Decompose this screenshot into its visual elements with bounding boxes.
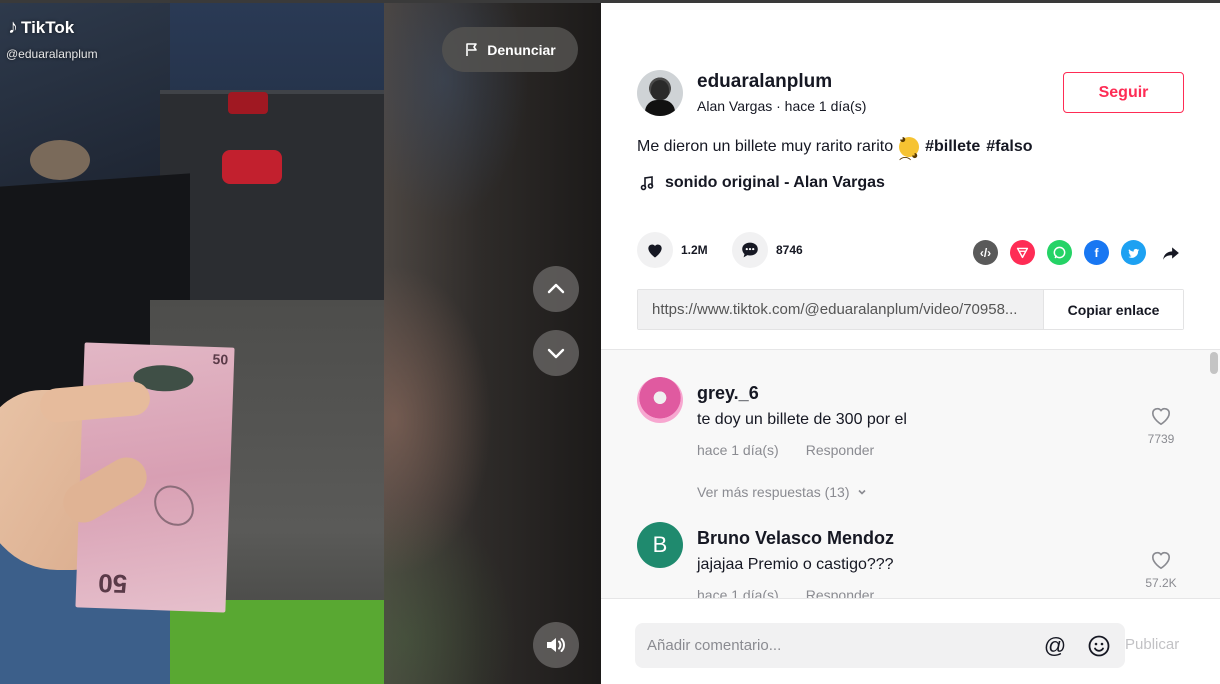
like-button[interactable]	[637, 232, 673, 268]
follow-button[interactable]: Seguir	[1063, 72, 1184, 113]
tiktok-logo: ♪ TikTok	[8, 16, 74, 39]
caption-text: Me dieron un billete muy rarito rarito	[637, 138, 894, 155]
comment-count: 8746	[776, 243, 803, 257]
comment-like[interactable]: 7739	[1143, 406, 1179, 446]
share-icons: ‹/› f	[973, 240, 1183, 265]
comment-meta: hace 1 día(s) Responder	[697, 587, 874, 598]
comment-input[interactable]: Añadir comentario... @	[635, 623, 1125, 668]
music-link[interactable]: sonido original - Alan Vargas	[639, 174, 885, 192]
comment-time: hace 1 día(s)	[697, 442, 779, 458]
tiktok-logo-text: TikTok	[21, 17, 75, 37]
heart-outline-icon	[1151, 551, 1171, 570]
publish-button[interactable]: Publicar	[1125, 636, 1179, 653]
send-icon[interactable]	[1010, 240, 1035, 265]
comment-username[interactable]: Bruno Velasco Mendoz	[697, 528, 894, 549]
whatsapp-icon[interactable]	[1047, 240, 1072, 265]
comments-list[interactable]: grey._6 te doy un billete de 300 por el …	[601, 349, 1220, 598]
volume-button[interactable]	[533, 622, 579, 668]
chevron-up-icon	[547, 283, 565, 294]
comment-action[interactable]: 8746	[732, 232, 803, 268]
reply-button[interactable]: Responder	[806, 587, 875, 598]
hashtag-billete[interactable]: #billete	[925, 138, 980, 156]
comment-placeholder: Añadir comentario...	[647, 637, 782, 654]
view-more-replies[interactable]: Ver más respuestas (13)	[697, 484, 868, 500]
comments-scrollbar[interactable]	[1210, 352, 1218, 374]
hashtag-falso[interactable]: #falso	[986, 138, 1032, 156]
video-details-panel: eduaralanplum Alan Vargas · hace 1 día(s…	[601, 3, 1220, 684]
video-url-field[interactable]: https://www.tiktok.com/@eduaralanplum/vi…	[638, 290, 1043, 329]
like-action[interactable]: 1.2M	[637, 232, 708, 268]
video-frame[interactable]: 50 50	[0, 0, 384, 684]
previous-video-button[interactable]	[533, 266, 579, 312]
emoji-icon[interactable]	[1085, 632, 1113, 660]
comment-like[interactable]: 57.2K	[1143, 550, 1179, 590]
reply-button[interactable]: Responder	[806, 442, 875, 458]
video-player[interactable]: 50 50 ♪ TikTok @eduaralanplum Denunciar	[0, 0, 601, 684]
music-label: sonido original - Alan Vargas	[665, 174, 885, 191]
author-avatar[interactable]	[637, 70, 683, 116]
next-video-button[interactable]	[533, 330, 579, 376]
author-subtitle: Alan Vargas · hace 1 día(s)	[697, 98, 867, 114]
report-button[interactable]: Denunciar	[442, 27, 578, 72]
comment-text: te doy un billete de 300 por el	[697, 411, 907, 428]
view-more-replies-label: Ver más respuestas (13)	[697, 484, 850, 500]
music-note-icon	[640, 176, 654, 191]
comment-time: hace 1 día(s)	[697, 587, 779, 598]
chevron-down-icon	[547, 348, 565, 359]
chevron-down-small-icon	[857, 489, 866, 495]
pleading-face-emoji-icon: ◕︵◕	[899, 131, 920, 162]
share-arrow-icon[interactable]	[1158, 240, 1183, 265]
comment-like-count: 7739	[1147, 432, 1175, 446]
comment-meta: hace 1 día(s) Responder	[697, 442, 874, 458]
flag-icon	[466, 42, 478, 56]
heart-outline-icon	[1151, 407, 1171, 426]
twitter-icon[interactable]	[1121, 240, 1146, 265]
comment-composer: Añadir comentario... @ Publicar	[601, 598, 1220, 684]
like-count: 1.2M	[681, 243, 708, 257]
comment-avatar-grey[interactable]	[637, 377, 683, 423]
report-label: Denunciar	[487, 41, 556, 58]
heart-icon	[648, 244, 662, 258]
comment-username[interactable]: grey._6	[697, 383, 759, 404]
mention-icon[interactable]: @	[1041, 632, 1069, 660]
watermark-handle: @eduaralanplum	[6, 47, 98, 61]
video-link-bar: https://www.tiktok.com/@eduaralanplum/vi…	[637, 289, 1184, 330]
comment-bubble-icon	[742, 242, 758, 258]
facebook-icon[interactable]: f	[1084, 240, 1109, 265]
author-username[interactable]: eduaralanplum	[697, 71, 832, 93]
comment-text: jajajaa Premio o castigo???	[697, 556, 894, 573]
comment-button[interactable]	[732, 232, 768, 268]
top-border	[0, 0, 1220, 3]
avatar-letter: B	[652, 532, 668, 557]
embed-icon[interactable]: ‹/›	[973, 240, 998, 265]
comment-like-count: 57.2K	[1145, 576, 1177, 590]
tiktok-note-icon: ♪	[8, 16, 18, 38]
comment-avatar-bruno[interactable]: B	[637, 522, 683, 568]
video-caption: Me dieron un billete muy rarito rarito ◕…	[637, 131, 1033, 162]
speaker-icon	[547, 638, 565, 652]
copy-link-button[interactable]: Copiar enlace	[1043, 290, 1183, 329]
